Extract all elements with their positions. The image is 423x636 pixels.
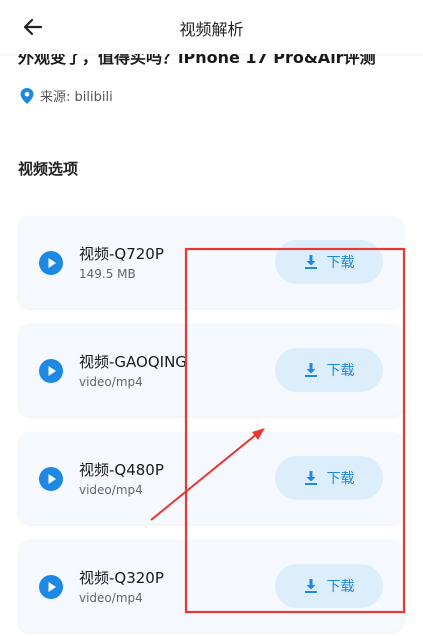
download-button[interactable]: 下载: [275, 348, 383, 392]
play-circle-icon[interactable]: [39, 467, 63, 491]
option-name: 视频-Q720P: [79, 245, 164, 263]
download-label: 下载: [326, 471, 355, 487]
location-pin-icon: [20, 87, 34, 104]
play-circle-icon[interactable]: [39, 359, 63, 383]
download-button[interactable]: 下载: [275, 456, 383, 500]
section-title: 视频选项: [18, 160, 79, 178]
video-option-card: 视频-GAOQING video/mp4 下载: [18, 324, 404, 416]
main-content: 外观变了，值得买吗？iPhone 17 Pro&Air评测 来源: bilibi…: [0, 0, 423, 636]
option-name: 视频-Q480P: [79, 461, 164, 479]
page-title: 视频解析: [179, 20, 244, 39]
option-meta: video/mp4: [79, 591, 143, 605]
download-label: 下载: [326, 579, 355, 595]
download-icon: [304, 363, 317, 377]
download-label: 下载: [326, 255, 355, 271]
download-label: 下载: [326, 363, 355, 379]
download-icon: [304, 255, 317, 269]
play-circle-icon[interactable]: [39, 575, 63, 599]
download-button[interactable]: 下载: [275, 564, 383, 608]
play-circle-icon[interactable]: [39, 251, 63, 275]
download-button[interactable]: 下载: [275, 240, 383, 284]
source-label: 来源: bilibili: [40, 90, 113, 105]
option-meta: video/mp4: [79, 375, 143, 389]
download-icon: [304, 579, 317, 593]
top-app-bar: 视频解析: [0, 0, 423, 54]
option-name: 视频-Q320P: [79, 569, 164, 587]
download-icon: [304, 471, 317, 485]
video-option-card: 视频-Q720P 149.5 MB 下载: [18, 216, 404, 308]
video-option-card: 视频-Q480P video/mp4 下载: [18, 432, 404, 524]
option-name: 视频-GAOQING: [79, 353, 187, 371]
option-meta: 149.5 MB: [79, 267, 136, 281]
video-option-card: 视频-Q320P video/mp4 下载: [18, 540, 404, 632]
video-source: 来源: bilibili: [20, 86, 113, 105]
option-meta: video/mp4: [79, 483, 143, 497]
